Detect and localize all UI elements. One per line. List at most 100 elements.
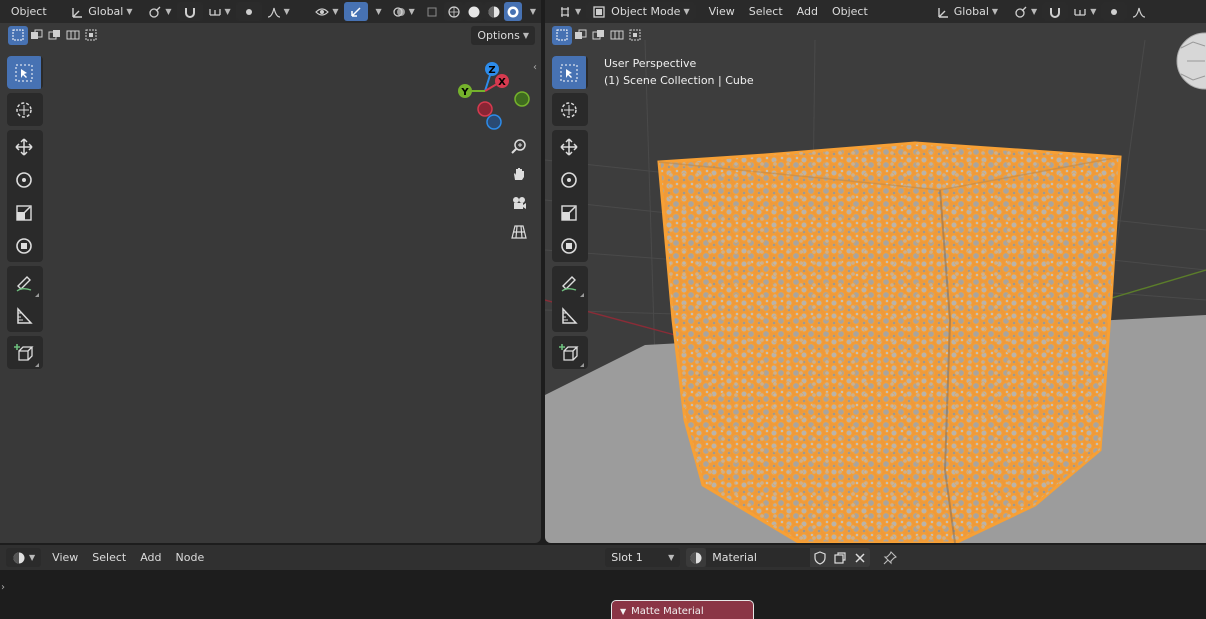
pivot-point-dropdown[interactable]: ▼: [1009, 2, 1042, 21]
toggle-projection-button[interactable]: [507, 220, 531, 244]
camera-view-button[interactable]: [507, 191, 531, 215]
zoom-icon: [511, 139, 526, 154]
measure-icon: [562, 306, 578, 324]
annotate-tool[interactable]: [552, 266, 586, 299]
move-tool[interactable]: [7, 130, 41, 163]
overlay-toggle[interactable]: ▼: [387, 2, 420, 21]
neg-x-axis-icon[interactable]: [477, 101, 493, 117]
menu-add[interactable]: Add: [792, 2, 823, 21]
material-slot-dropdown[interactable]: Slot 1 ▼: [605, 548, 681, 567]
shield-icon: [814, 550, 826, 565]
snap-toggle[interactable]: [176, 2, 203, 21]
shading-rendered-button[interactable]: [503, 2, 522, 21]
menu-node[interactable]: Node: [171, 548, 210, 567]
pivot-icon: [1015, 6, 1027, 18]
select-invert-button[interactable]: [608, 26, 626, 45]
proportional-edit-toggle[interactable]: [1101, 2, 1128, 21]
select-intersect-button[interactable]: [82, 26, 100, 45]
move-tool[interactable]: [552, 130, 586, 163]
navigation-gizmo[interactable]: [1173, 28, 1206, 94]
pin-button[interactable]: [878, 548, 902, 567]
menu-view[interactable]: View: [47, 548, 83, 567]
navigation-gizmo[interactable]: Z X Y: [448, 58, 538, 132]
transform-orientation-dropdown[interactable]: Global ▼: [931, 2, 1003, 21]
menu-view[interactable]: View: [704, 2, 740, 21]
add-cube-tool[interactable]: [7, 336, 41, 369]
annotate-tool[interactable]: [7, 266, 41, 299]
select-subtract-button[interactable]: [590, 26, 608, 45]
select-box-tool[interactable]: [7, 56, 41, 89]
select-subtract-button[interactable]: [46, 26, 64, 45]
neg-z-axis-icon[interactable]: [486, 114, 502, 130]
transform-tool[interactable]: [7, 229, 41, 262]
scale-tool[interactable]: [7, 196, 41, 229]
collapse-chevron-icon[interactable]: ▼: [620, 607, 626, 616]
rotate-tool[interactable]: [7, 163, 41, 196]
editor-type-dropdown[interactable]: ▼: [553, 2, 586, 21]
sidebar-expand-icon[interactable]: ›: [1, 582, 5, 593]
menu-select[interactable]: Select: [87, 548, 131, 567]
menu-object[interactable]: Object: [827, 2, 873, 21]
object-mode-button[interactable]: Object: [6, 2, 52, 21]
zoom-button[interactable]: [507, 134, 531, 158]
snap-toggle[interactable]: [1042, 2, 1069, 21]
select-box-tool[interactable]: [552, 56, 586, 89]
scale-tool[interactable]: [552, 196, 586, 229]
snap-target-dropdown[interactable]: ▼: [203, 2, 236, 21]
material-name-field[interactable]: Material: [706, 548, 811, 567]
select-intersect-button[interactable]: [626, 26, 644, 45]
shading-wireframe-button[interactable]: [443, 2, 464, 21]
pan-button[interactable]: [507, 162, 531, 186]
transform-tool[interactable]: [552, 229, 586, 262]
menu-add[interactable]: Add: [135, 548, 166, 567]
options-dropdown[interactable]: Options ▼: [471, 25, 535, 45]
transform-icon: [561, 237, 577, 254]
pivot-point-dropdown[interactable]: ▼: [143, 2, 176, 21]
new-material-button[interactable]: [830, 548, 851, 567]
shading-dropdown[interactable]: ▼: [522, 2, 541, 21]
select-extend-button[interactable]: [28, 26, 46, 45]
cursor-tool[interactable]: [7, 93, 41, 126]
matte-material-node[interactable]: ▼ Matte Material: [611, 600, 754, 619]
snap-target-dropdown[interactable]: ▼: [1068, 2, 1101, 21]
annotate-icon: [561, 275, 577, 292]
proportional-falloff-dropdown[interactable]: [1127, 2, 1151, 21]
select-invert-button[interactable]: [64, 26, 82, 45]
proportional-falloff-dropdown[interactable]: ▼: [262, 2, 295, 21]
select-new-button[interactable]: [552, 25, 572, 45]
tool-group-cursor: [7, 93, 43, 126]
fake-user-button[interactable]: [810, 548, 831, 567]
orientation-icon: [72, 7, 83, 18]
left-viewport[interactable]: Object Global ▼ ▼ ▼ ▼ ▼ ▼ ▼ ▼ Options ▼ …: [0, 0, 541, 543]
select-new-button[interactable]: [8, 25, 28, 45]
proportional-edit-toggle[interactable]: [235, 2, 262, 21]
viewport-3d-icon: [561, 6, 569, 17]
editor-type-dropdown[interactable]: ▼: [6, 548, 42, 567]
gizmo-dropdown[interactable]: ▼: [368, 2, 387, 21]
object-mode-dropdown[interactable]: Object Mode ▼: [586, 2, 696, 21]
cursor-tool[interactable]: [552, 93, 586, 126]
chevron-down-icon: ▼: [332, 7, 339, 16]
sidebar-toggle-icon[interactable]: ‹: [533, 62, 537, 73]
menu-select[interactable]: Select: [744, 2, 788, 21]
shading-solid-button[interactable]: [463, 2, 484, 21]
browse-material-button[interactable]: [686, 548, 707, 567]
select-subtract-icon: [48, 30, 60, 40]
gizmo-toggle[interactable]: [343, 2, 368, 21]
neg-y-axis-icon[interactable]: [514, 91, 530, 107]
xray-toggle[interactable]: [420, 2, 444, 21]
orientation-label: Global: [88, 5, 124, 18]
rotate-tool[interactable]: [552, 163, 586, 196]
transform-orientation-dropdown[interactable]: Global ▼: [65, 2, 137, 21]
close-icon: [855, 552, 865, 563]
visibility-dropdown[interactable]: ▼: [310, 2, 343, 21]
add-cube-tool[interactable]: [552, 336, 586, 369]
unlink-material-button[interactable]: [850, 548, 871, 567]
shader-editor-icon: [13, 552, 25, 563]
select-extend-button[interactable]: [572, 26, 590, 45]
right-viewport[interactable]: ▼ Object Mode ▼ View Select Add Object G…: [545, 0, 1206, 543]
measure-tool[interactable]: [7, 299, 41, 332]
measure-tool[interactable]: [552, 299, 586, 332]
node-editor-canvas[interactable]: ›: [0, 570, 1206, 619]
shading-material-button[interactable]: [483, 2, 504, 21]
